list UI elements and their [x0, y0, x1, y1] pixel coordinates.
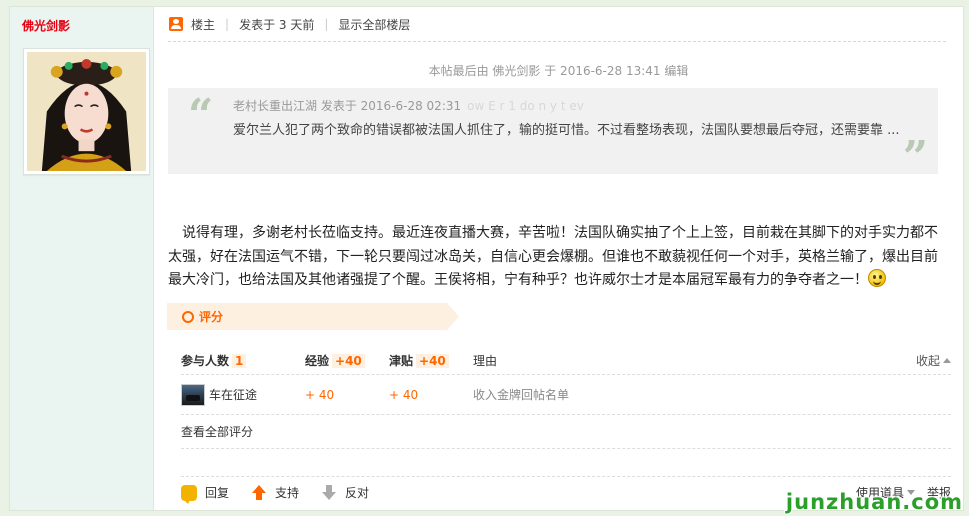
forum-post: 佛光剑影 楼主 | 发表于 3 天前 | 显示全部楼层 本帖最后由 佛光剑影 于…: [9, 6, 964, 511]
reply-label: 回复: [205, 486, 230, 500]
post-content-text: 说得有理，多谢老村长莅临支持。最近连夜直播大赛，辛苦啦！法国队确实抽了个上上签，…: [168, 225, 938, 288]
oppose-label: 反对: [345, 486, 370, 500]
post-sidebar: 佛光剑影: [10, 7, 154, 510]
floor-owner-label[interactable]: 楼主: [191, 16, 215, 33]
reply-icon: [181, 484, 197, 504]
quote-body: 爱尔兰人犯了两个致命的错误都被法国人抓住了，输的挺可惜。不过看整场表现，法国队要…: [233, 123, 900, 138]
arrow-down-icon: [321, 484, 337, 501]
post-time: 发表于 3 天前: [239, 17, 315, 32]
author-name-link[interactable]: 佛光剑影: [22, 17, 153, 34]
floor-owner-icon: [169, 17, 183, 31]
avatar-image: [27, 52, 146, 171]
support-button[interactable]: 支持: [251, 484, 299, 501]
post-content: 说得有理，多谢老村长莅临支持。最近连夜直播大赛，辛苦啦！法国队确实抽了个上上签，…: [168, 222, 949, 293]
support-label: 支持: [275, 486, 300, 500]
chevron-up-icon: [943, 358, 951, 363]
collapse-button[interactable]: 收起: [901, 352, 951, 369]
post-main: 楼主 | 发表于 3 天前 | 显示全部楼层 本帖最后由 佛光剑影 于 2016…: [154, 7, 963, 510]
site-watermark: junzhuan.com: [785, 490, 963, 514]
quote-close-icon: ”: [902, 132, 928, 183]
smiley-icon: [868, 269, 886, 287]
oppose-button[interactable]: 反对: [321, 484, 369, 501]
quote-author-line[interactable]: 老村长重出江湖 发表于 2016-6-28 02:31: [233, 99, 461, 113]
collapse-label: 收起: [915, 354, 940, 368]
show-all-floors-link[interactable]: 显示全部楼层: [338, 16, 410, 33]
quote-ghost-text: ow E r 1 do n y t ev: [467, 99, 584, 113]
author-avatar[interactable]: [23, 48, 150, 175]
reply-button[interactable]: 回复: [181, 484, 230, 504]
quote-header: 老村长重出江湖 发表于 2016-6-28 02:31 ow E r 1 do n…: [233, 97, 908, 115]
post-meta-bar: 楼主 | 发表于 3 天前 | 显示全部楼层: [168, 7, 946, 42]
edit-note: 本帖最后由 佛光剑影 于 2016-6-28 13:41 编辑: [428, 64, 689, 78]
arrow-up-icon: [251, 484, 267, 501]
meta-separator: |: [225, 17, 230, 31]
view-all-ratings-link[interactable]: 查看全部评分: [181, 423, 253, 440]
quote-open-icon: “: [188, 90, 214, 141]
quote-block: “ 老村长重出江湖 发表于 2016-6-28 02:31 ow E r 1 do…: [168, 88, 938, 180]
meta-separator: |: [324, 17, 329, 31]
